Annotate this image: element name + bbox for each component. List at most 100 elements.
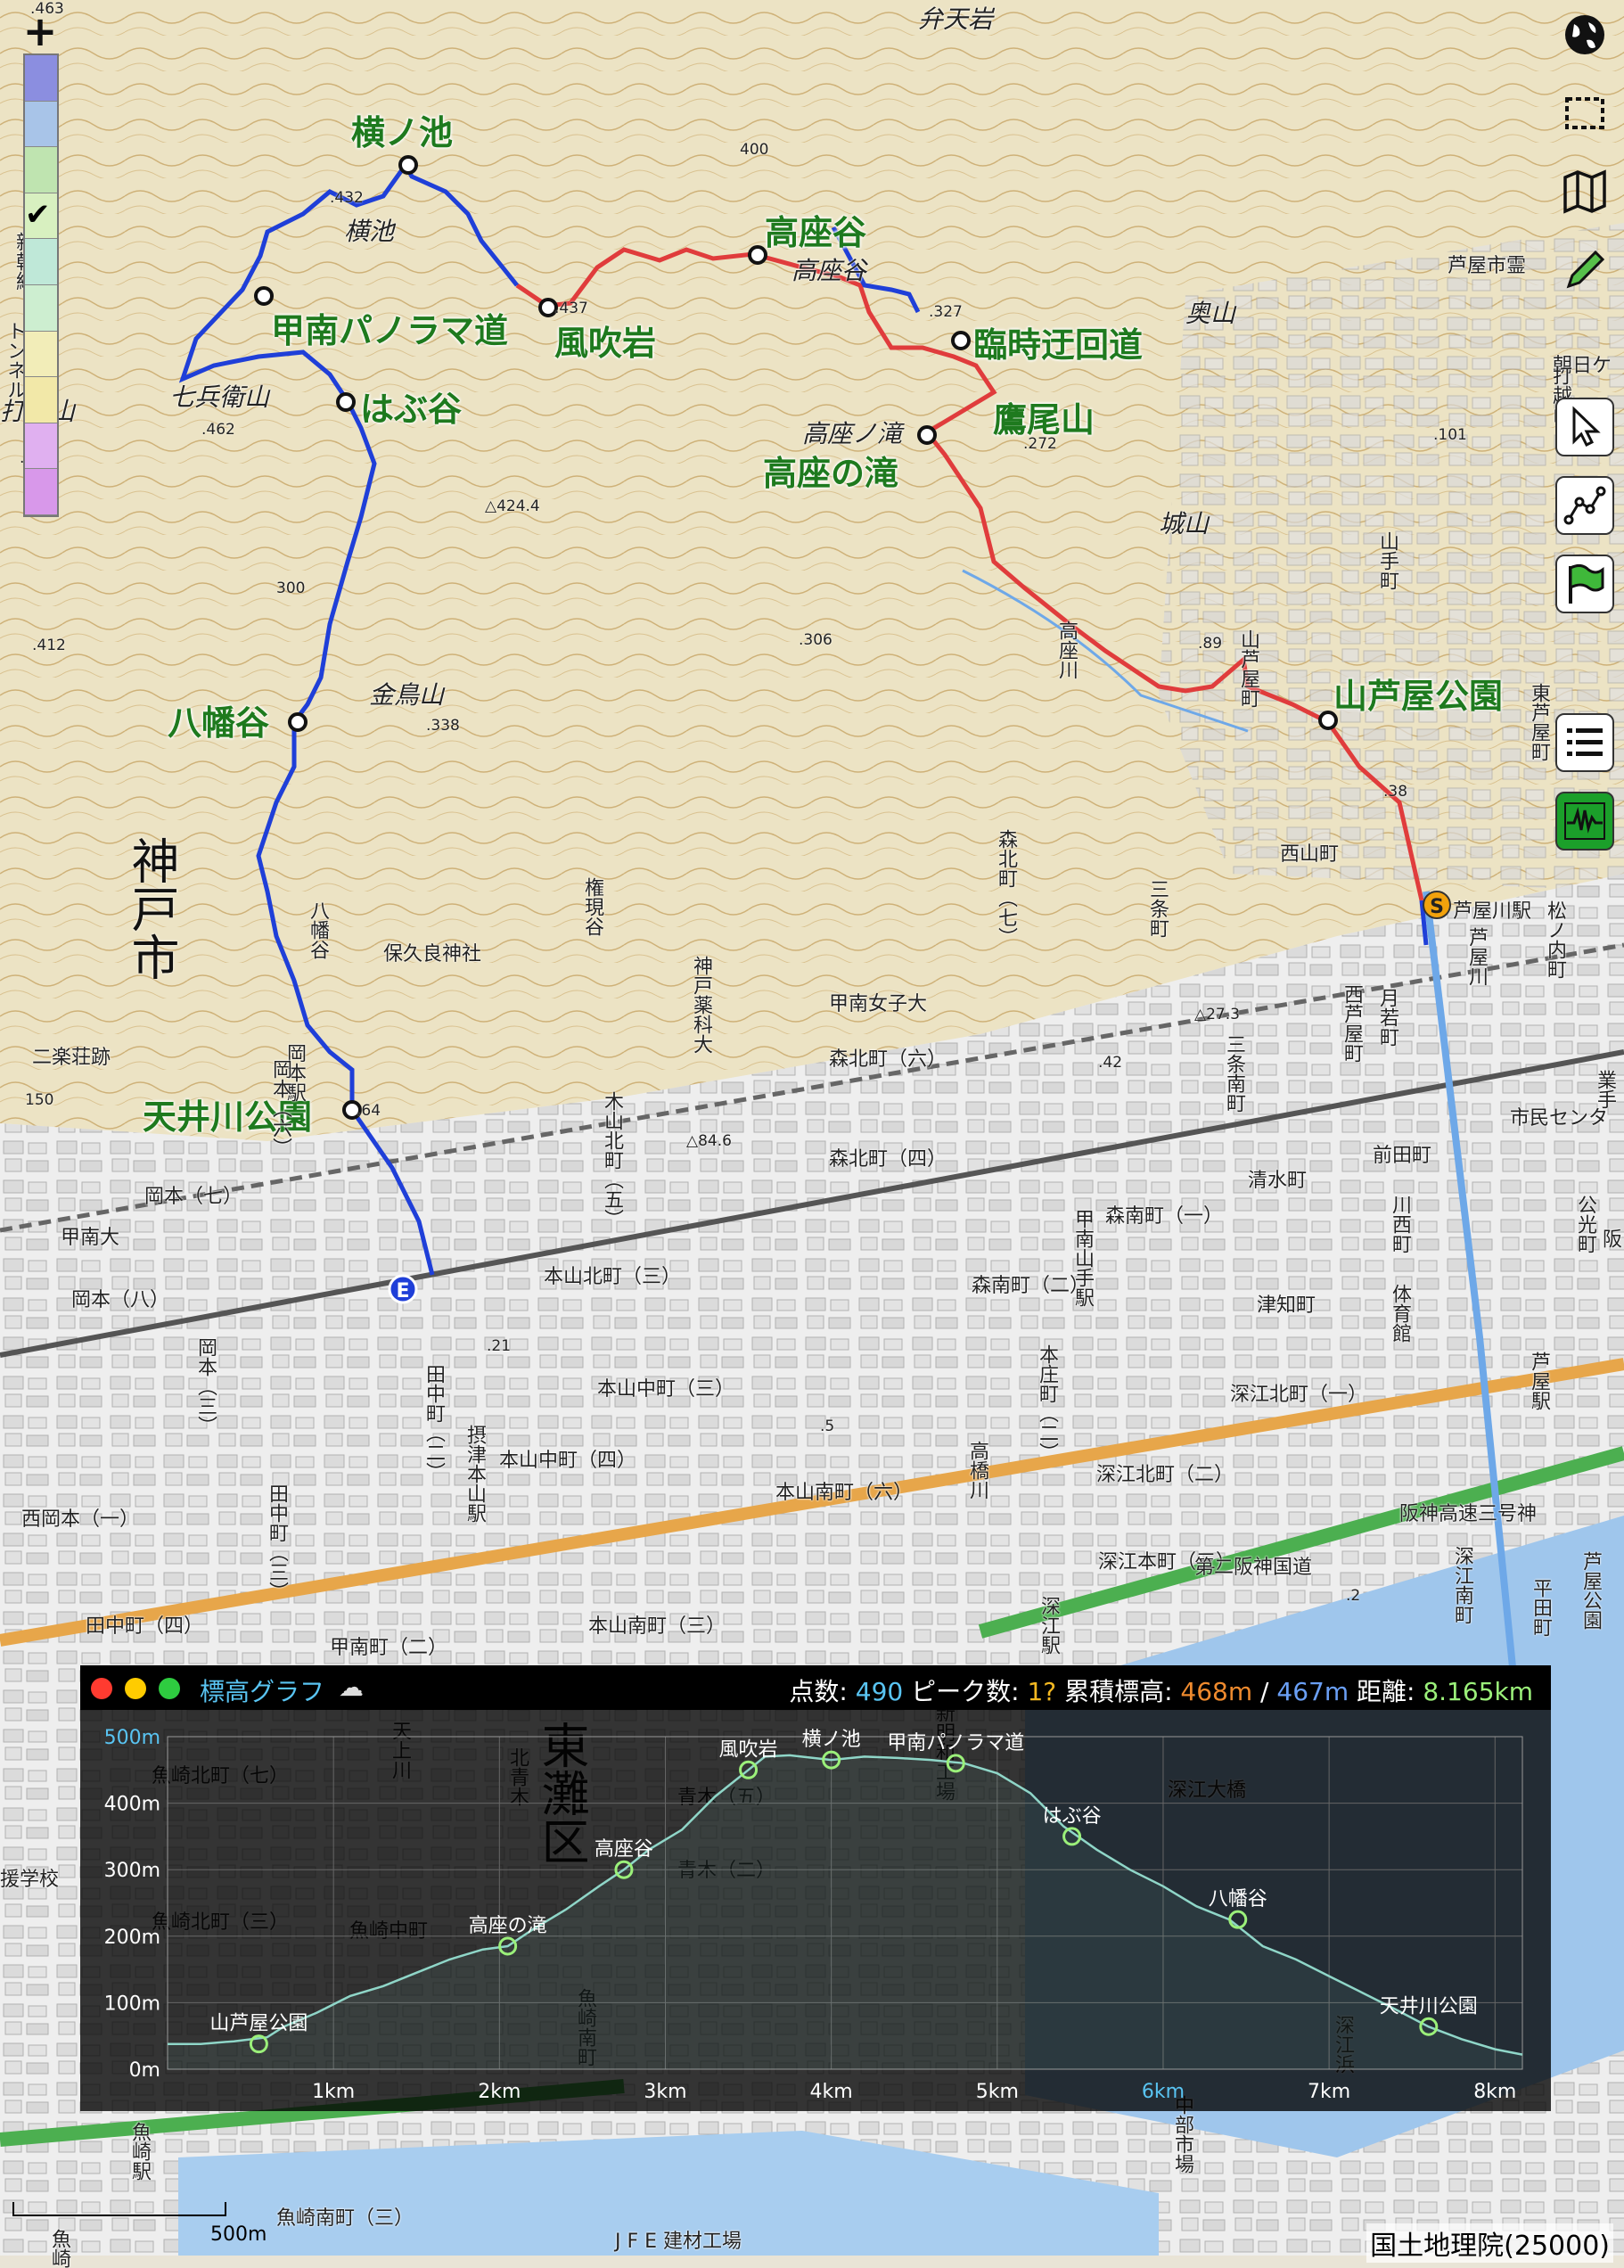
elevation-label: △27.3 [1194, 1006, 1240, 1023]
waypoint-label[interactable]: はぶ谷 [360, 382, 462, 431]
town-label: 田中町（四） [86, 1615, 204, 1638]
mountain-label: 弁天岩 [918, 4, 994, 34]
town-label: 深江北町（二） [1096, 1464, 1234, 1486]
maximize-button[interactable] [159, 1678, 180, 1699]
waypoint-marker [254, 286, 274, 306]
vertical-place-label: 芦屋公園 [1579, 1551, 1602, 1630]
elevation-chart[interactable]: 0m 100m 200m 300m 400m 500m 1km 2km 3km 4km 5km 6km… [80, 1710, 1551, 2111]
elevation-legend: ✔ [23, 53, 59, 517]
elevation-label: .89 [1198, 635, 1223, 653]
town-label: 本山北町（三） [544, 1266, 682, 1288]
waypoint-chart-label: 八幡谷 [1209, 1888, 1267, 1911]
vertical-place-label: 阪 [1599, 1228, 1621, 1248]
peak-count: 1? [1027, 1677, 1057, 1706]
waypoint-label[interactable]: 甲南パノラマ道 [271, 303, 508, 352]
vertical-place-label: 松ノ内町 [1544, 900, 1566, 979]
city-label: 神戸市 [123, 836, 179, 981]
select-rect-icon[interactable] [1555, 84, 1614, 143]
town-label: 前田町 [1373, 1145, 1432, 1167]
elevation-label: .338 [426, 717, 460, 735]
elevation-panel[interactable]: 標高グラフ ☁ 点数: 490 ピーク数: 1? 累積標高: 468m / 46… [80, 1665, 1551, 2111]
y-tick-label: 500m [104, 1727, 160, 1749]
elevation-label: .21 [487, 1337, 512, 1355]
town-label: 甲南町（二） [330, 1637, 448, 1659]
waypoint-label[interactable]: 臨時迂回道 [973, 317, 1143, 366]
town-label: 森北町（六） [829, 1048, 947, 1071]
scale-bar [12, 2202, 226, 2216]
copyright-notice: 国土地理院(25000) [1366, 2223, 1613, 2263]
mountain-label: 高座ノ滝 [802, 419, 903, 448]
vertical-place-label: 三条町 [1146, 879, 1169, 938]
vertical-place-label: 深江駅 [1038, 1596, 1060, 1655]
town-label: J F E 建材工場 [615, 2231, 742, 2253]
waypoint-label[interactable]: 八幡谷 [168, 695, 269, 744]
elevation-panel-header: 標高グラフ ☁ 点数: 490 ピーク数: 1? 累積標高: 468m / 46… [80, 1665, 1551, 1710]
vertical-place-label: 山手町 [1376, 531, 1398, 590]
x-tick-label: 2km [478, 2081, 521, 2103]
waypoint-label[interactable]: 横ノ池 [351, 105, 453, 154]
town-label: 阪神高速三号神 [1399, 1503, 1538, 1525]
waypoint-label[interactable]: 風吹岩 [554, 316, 656, 365]
cloud-download-icon[interactable]: ☁ [339, 1672, 364, 1702]
waypoint-label[interactable]: 鷹尾山 [993, 392, 1095, 441]
station-label: 芦屋川駅 [1453, 900, 1532, 923]
vertical-place-label: 田中町（二） [422, 1364, 445, 1482]
elevation-label: .437 [554, 300, 588, 317]
town-label: 岡本（七） [144, 1186, 243, 1208]
elevation-panel-title: 標高グラフ [200, 1677, 325, 1706]
elevation-label: △424.4 [485, 497, 540, 515]
town-label: 本山南町（三） [588, 1615, 726, 1638]
vertical-place-label: 八幡谷 [307, 900, 329, 959]
map-icon[interactable] [1555, 162, 1614, 221]
town-label: 清水町 [1248, 1170, 1308, 1192]
waypoint-chart-label: 高座の滝 [469, 1915, 547, 1937]
globe-icon[interactable] [1555, 5, 1614, 64]
y-tick-label: 200m [104, 1927, 160, 1949]
town-label: 森北町（四） [829, 1148, 947, 1171]
town-label: 二楽荘跡 [32, 1047, 111, 1069]
close-button[interactable] [91, 1678, 112, 1699]
elevation-label: .327 [929, 303, 963, 321]
vertical-place-label: 山芦屋町 [1237, 629, 1259, 708]
vertical-place-label: 芦屋駅 [1528, 1352, 1550, 1410]
town-label: 西岡本（一） [21, 1508, 140, 1531]
waypoint-label[interactable]: 高座谷 [765, 205, 866, 254]
flag-icon[interactable] [1555, 555, 1614, 613]
elevation-graph-icon[interactable] [1555, 792, 1614, 850]
total-ascent: 468m [1180, 1677, 1253, 1706]
vertical-place-label: 森北町（七） [995, 829, 1017, 947]
mountain-label: 七兵衛山 [169, 382, 270, 412]
vertical-place-label: 高座川 [1055, 620, 1078, 679]
mountain-label: 奥山 [1185, 299, 1236, 328]
elevation-label: .306 [799, 631, 833, 649]
minimize-button[interactable] [125, 1678, 146, 1699]
town-label: 第二阪神国道 [1194, 1557, 1313, 1579]
vertical-place-label: 高橋川 [966, 1441, 988, 1500]
pencil-icon[interactable] [1555, 241, 1614, 300]
elevation-label: △84.6 [686, 1132, 732, 1150]
vertical-place-label: 権現谷 [581, 877, 603, 936]
pointer-icon[interactable] [1555, 398, 1614, 456]
list-icon[interactable] [1555, 713, 1614, 772]
polyline-icon[interactable] [1555, 476, 1614, 535]
waypoint-label[interactable]: 高座の滝 [763, 446, 898, 495]
y-tick-label: 0m [129, 2059, 160, 2082]
waypoint-chart-label: 高座谷 [595, 1838, 653, 1861]
waypoint-label[interactable]: 山芦屋公園 [1333, 669, 1503, 718]
town-label: 保久良神社 [383, 943, 482, 966]
total-distance: 8.165km [1423, 1677, 1533, 1706]
elevation-label: .42 [1098, 1054, 1123, 1072]
scale-label: 500m [210, 2223, 267, 2246]
elevation-label: .38 [1383, 783, 1408, 801]
waypoint-chart-label: 横ノ池 [802, 1729, 861, 1751]
vertical-place-label: 本庄町（二） [1036, 1344, 1058, 1462]
y-tick-label: 400m [104, 1794, 160, 1816]
vertical-place-label: 芦屋川 [1465, 927, 1488, 986]
zoom-in-button[interactable]: + [18, 11, 62, 55]
end-marker-label: E [396, 1280, 409, 1302]
vertical-place-label: 田中町（三） [266, 1483, 288, 1601]
elevation-label: .272 [1023, 435, 1057, 453]
waypoint-marker [336, 392, 356, 412]
town-label: 本山中町（三） [597, 1378, 735, 1401]
town-label: 岡本（八） [71, 1289, 170, 1311]
